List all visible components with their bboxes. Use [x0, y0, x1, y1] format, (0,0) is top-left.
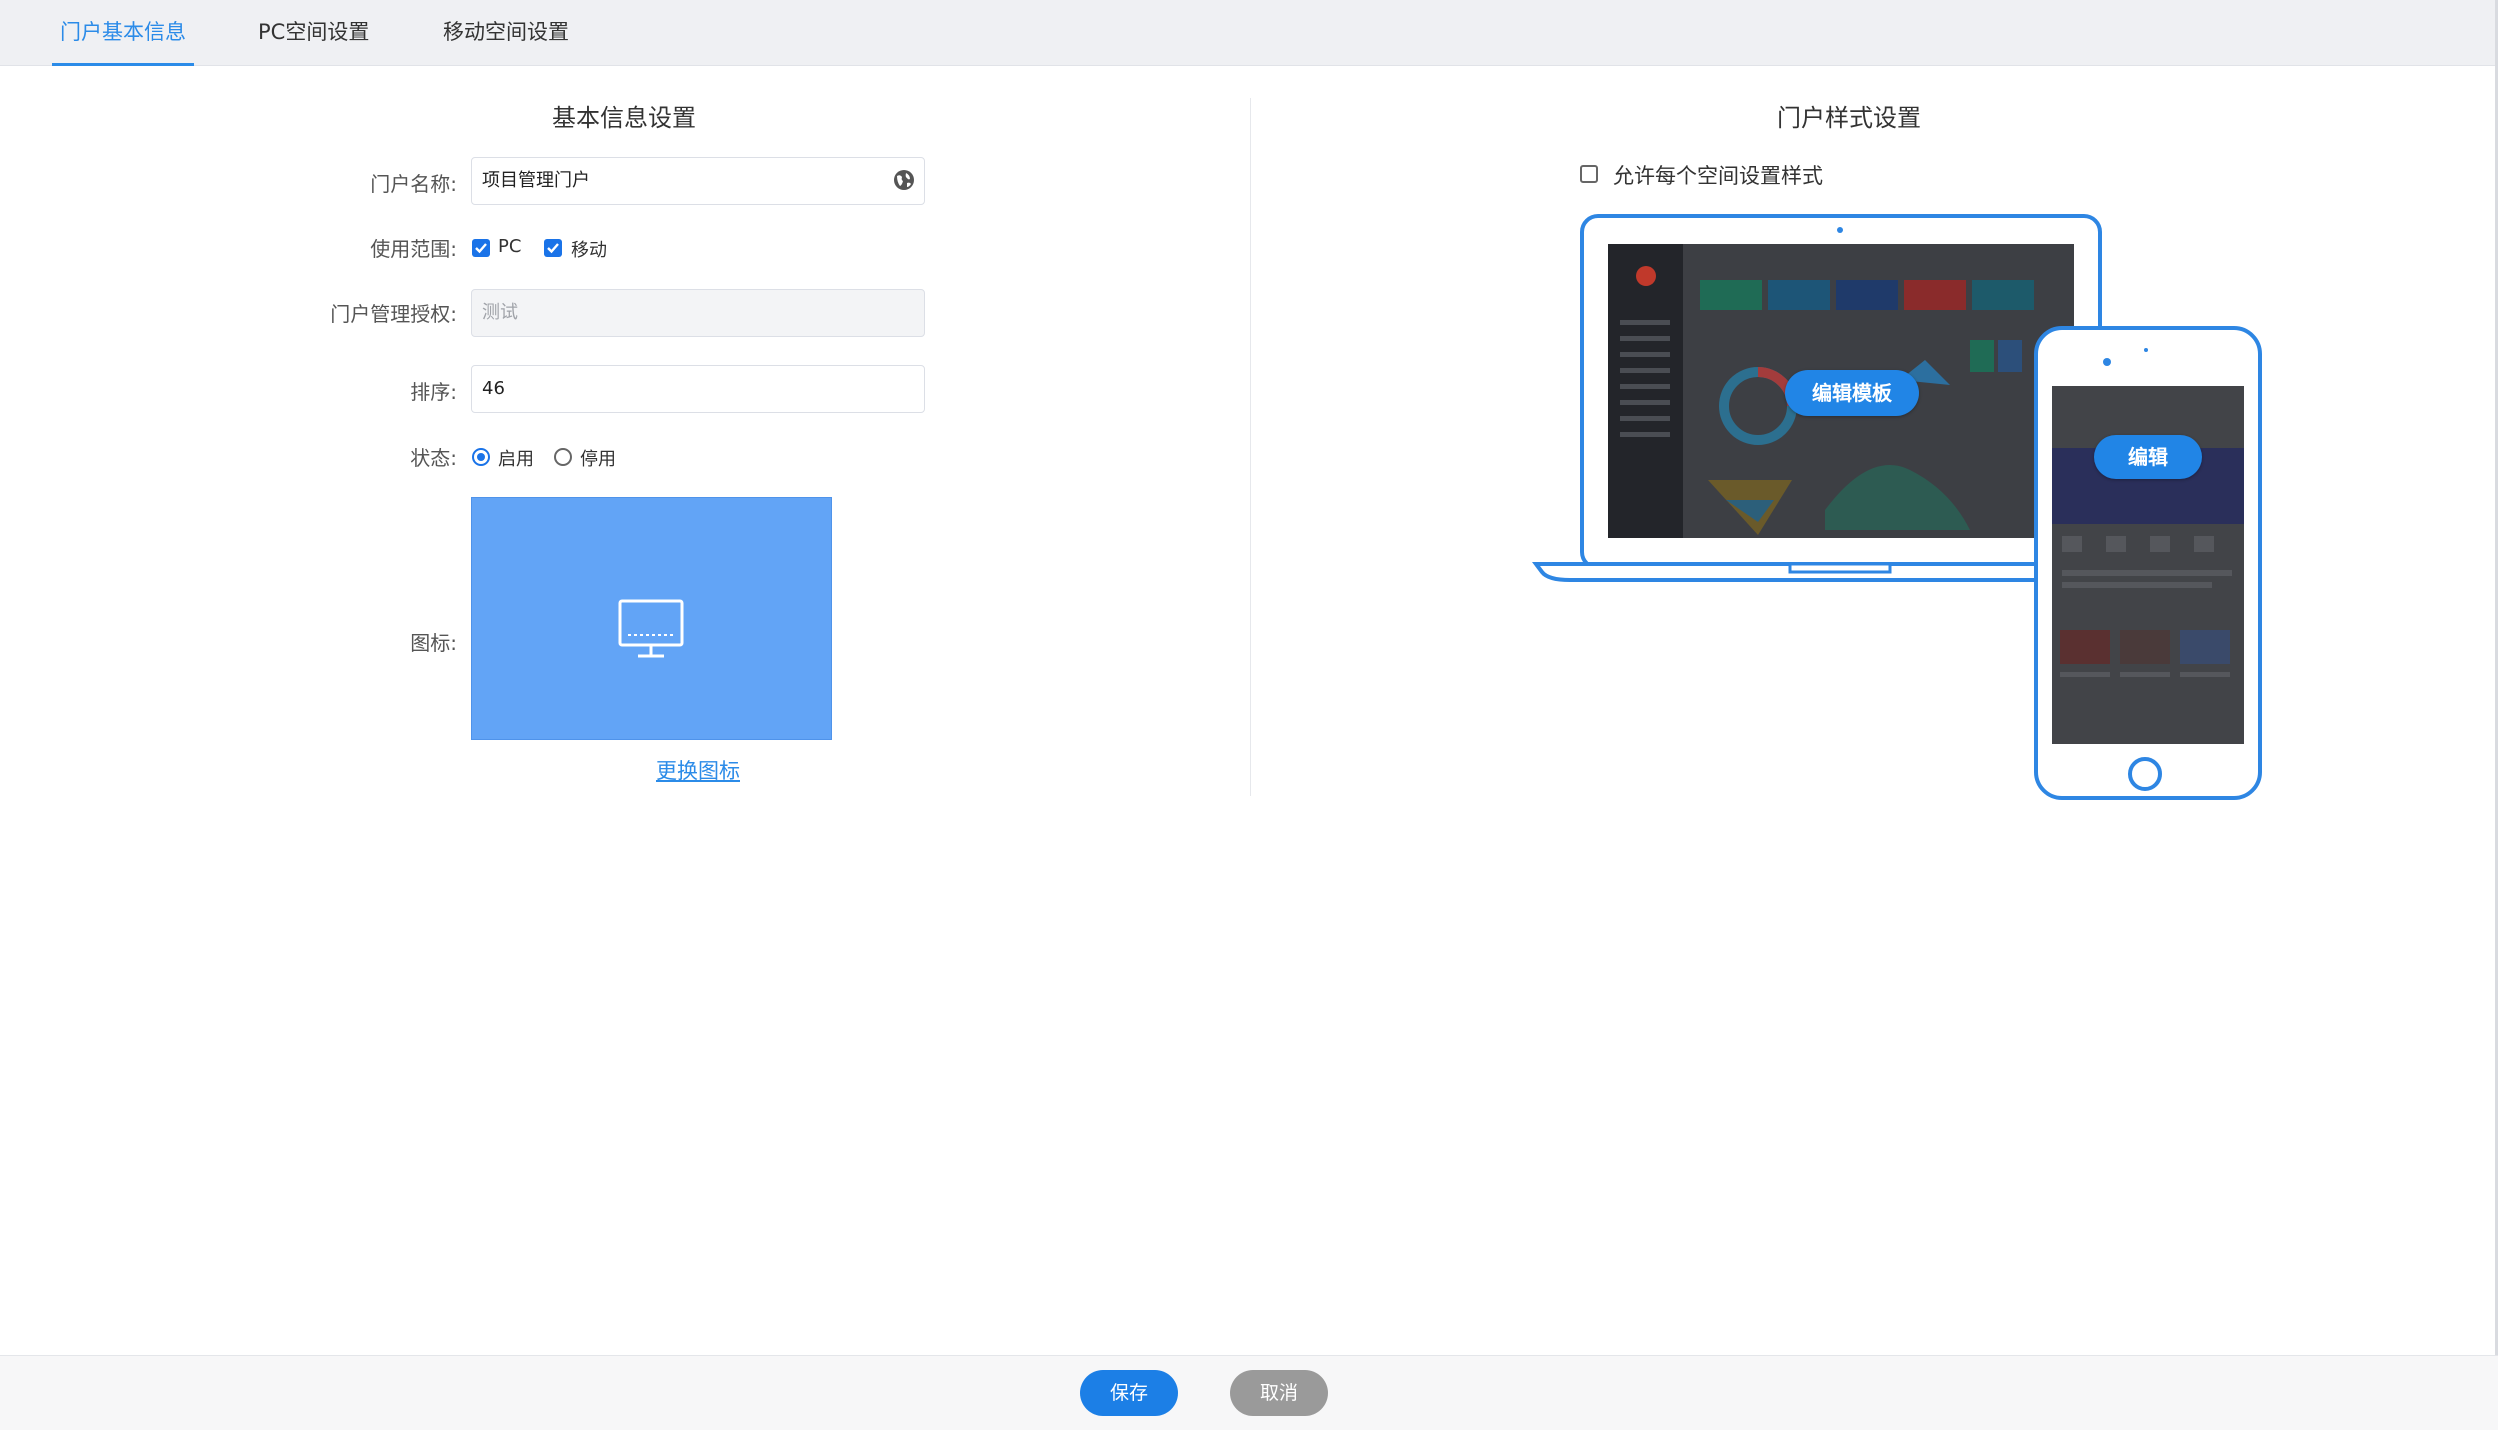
- scope-mobile-checkbox[interactable]: [544, 239, 562, 257]
- allow-per-space-label: 允许每个空间设置样式: [1613, 164, 1823, 188]
- tab-pc-space[interactable]: PC空间设置: [258, 0, 369, 66]
- edit-mobile-button[interactable]: 编辑: [2094, 435, 2202, 479]
- status-disabled-label: 停用: [580, 449, 616, 470]
- auth-label: 门户管理授权:: [330, 302, 457, 326]
- icon-label: 图标:: [410, 631, 457, 655]
- scope-pc-checkbox[interactable]: [472, 239, 490, 257]
- save-button[interactable]: 保存: [1080, 1370, 1178, 1416]
- allow-per-space-checkbox[interactable]: [1580, 165, 1598, 183]
- basic-info-title: 基本信息设置: [552, 104, 696, 132]
- change-icon-link[interactable]: 更换图标: [656, 755, 740, 785]
- portal-name-input[interactable]: 项目管理门户: [471, 157, 925, 205]
- status-disabled-radio[interactable]: [554, 448, 572, 466]
- auth-placeholder: 测试: [482, 302, 518, 323]
- globe-icon[interactable]: [892, 168, 916, 192]
- monitor-icon: [618, 599, 684, 658]
- portal-name-value: 项目管理门户: [482, 170, 590, 191]
- order-value: 46: [482, 378, 505, 399]
- order-label: 排序:: [410, 380, 457, 404]
- status-enabled-radio[interactable]: [472, 448, 490, 466]
- status-label: 状态:: [410, 446, 457, 470]
- tab-basic-info[interactable]: 门户基本信息: [52, 0, 194, 66]
- tab-mobile-space[interactable]: 移动空间设置: [443, 0, 569, 66]
- tab-bar: 门户基本信息 PC空间设置 移动空间设置: [0, 0, 2498, 66]
- panel-divider: [1250, 98, 1251, 796]
- device-preview-illustration: [1532, 214, 2262, 800]
- order-input[interactable]: 46: [471, 365, 925, 413]
- status-enabled-label: 启用: [498, 449, 534, 470]
- auth-input: 测试: [471, 289, 925, 337]
- scope-mobile-label: 移动: [571, 240, 607, 261]
- icon-preview[interactable]: [471, 497, 832, 740]
- scope-label: 使用范围:: [370, 237, 457, 261]
- scope-pc-label: PC: [498, 236, 522, 257]
- cancel-button[interactable]: 取消: [1230, 1370, 1328, 1416]
- style-title: 门户样式设置: [1777, 104, 1921, 132]
- edit-template-button[interactable]: 编辑模板: [1785, 370, 1919, 416]
- portal-name-label: 门户名称:: [370, 172, 457, 196]
